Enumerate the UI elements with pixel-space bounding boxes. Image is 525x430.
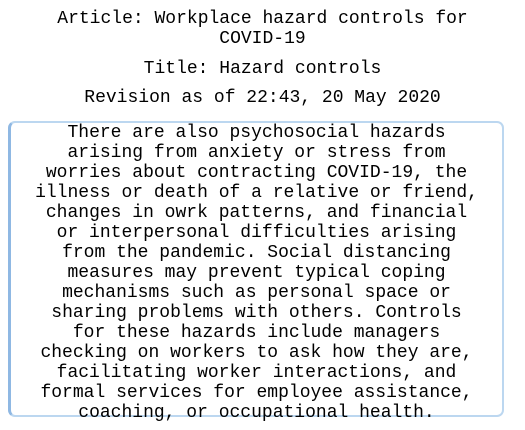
page-title: Title: Hazard controls bbox=[143, 59, 382, 79]
revision-timestamp: Revision as of 22:43, 20 May 2020 bbox=[84, 88, 441, 108]
article-heading: Article: Workplace hazard controls for C… bbox=[57, 9, 468, 49]
document-header: Article: Workplace hazard controls for C… bbox=[0, 0, 525, 108]
content-panel: There are also psychosocial hazards aris… bbox=[8, 121, 504, 423]
document-page: Article: Workplace hazard controls for C… bbox=[0, 0, 525, 430]
body-paragraph: There are also psychosocial hazards aris… bbox=[35, 123, 478, 423]
